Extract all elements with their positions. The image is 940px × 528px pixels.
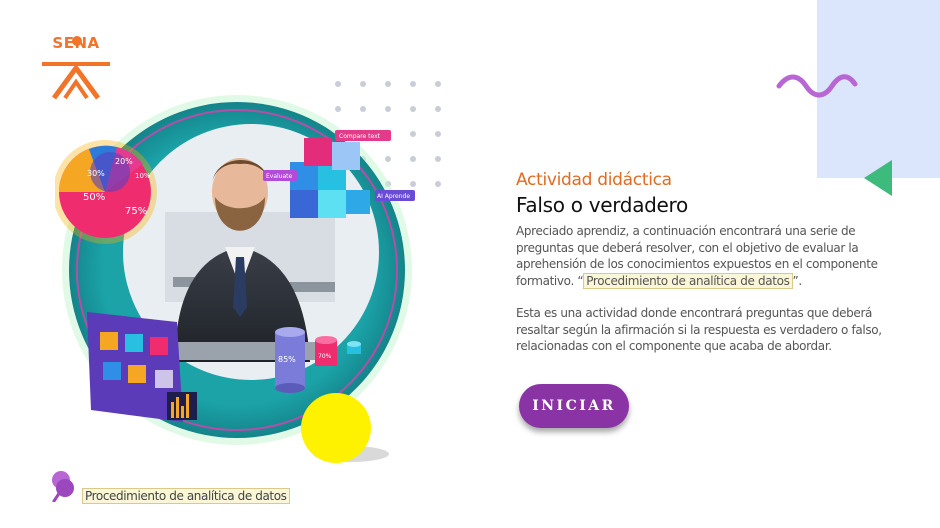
dot <box>385 81 391 87</box>
pie-label-30: 30% <box>87 169 105 178</box>
dot <box>360 81 366 87</box>
dot <box>435 156 441 162</box>
activity-content: Actividad didáctica Falso o verdadero Ap… <box>516 170 894 355</box>
svg-text:Compare text: Compare text <box>339 133 381 140</box>
pie-label-75: 75% <box>125 206 147 217</box>
footer-component-label: Procedimiento de analítica de datos <box>82 488 290 504</box>
component-name-highlight: Procedimiento de analítica de datos <box>583 272 793 289</box>
pie-label-10: 10% <box>135 172 151 180</box>
squiggle-decoration <box>776 74 858 98</box>
activity-instructions-paragraph: Esta es una actividad donde encontrará p… <box>516 306 882 353</box>
activity-kicker: Actividad didáctica <box>516 170 672 190</box>
activity-intro-paragraph: Apreciado aprendiz, a continuación encon… <box>516 223 894 289</box>
start-button[interactable]: INICIAR <box>519 384 629 428</box>
dot <box>435 106 441 112</box>
footer-component-link[interactable]: Procedimiento de analítica de datos <box>48 466 308 506</box>
svg-text:Evaluate: Evaluate <box>266 173 293 180</box>
cylinder-label-2: 70% <box>318 353 332 360</box>
pie-label-50: 50% <box>83 192 105 203</box>
dot <box>335 81 341 87</box>
dot <box>435 131 441 137</box>
dot <box>435 181 441 187</box>
push-pin-icon <box>52 471 74 502</box>
cylinder-label: 85% <box>278 355 296 364</box>
dot <box>435 81 441 87</box>
activity-title: Falso o verdadero <box>516 193 688 217</box>
hero-illustration: 20% 30% 10% 50% 75% Compare text Evaluat… <box>55 95 415 463</box>
intro-text-end: ”. <box>792 273 803 288</box>
svg-text:AI Aprende: AI Aprende <box>377 193 410 200</box>
dot <box>410 81 416 87</box>
pie-label-20: 20% <box>115 157 133 166</box>
